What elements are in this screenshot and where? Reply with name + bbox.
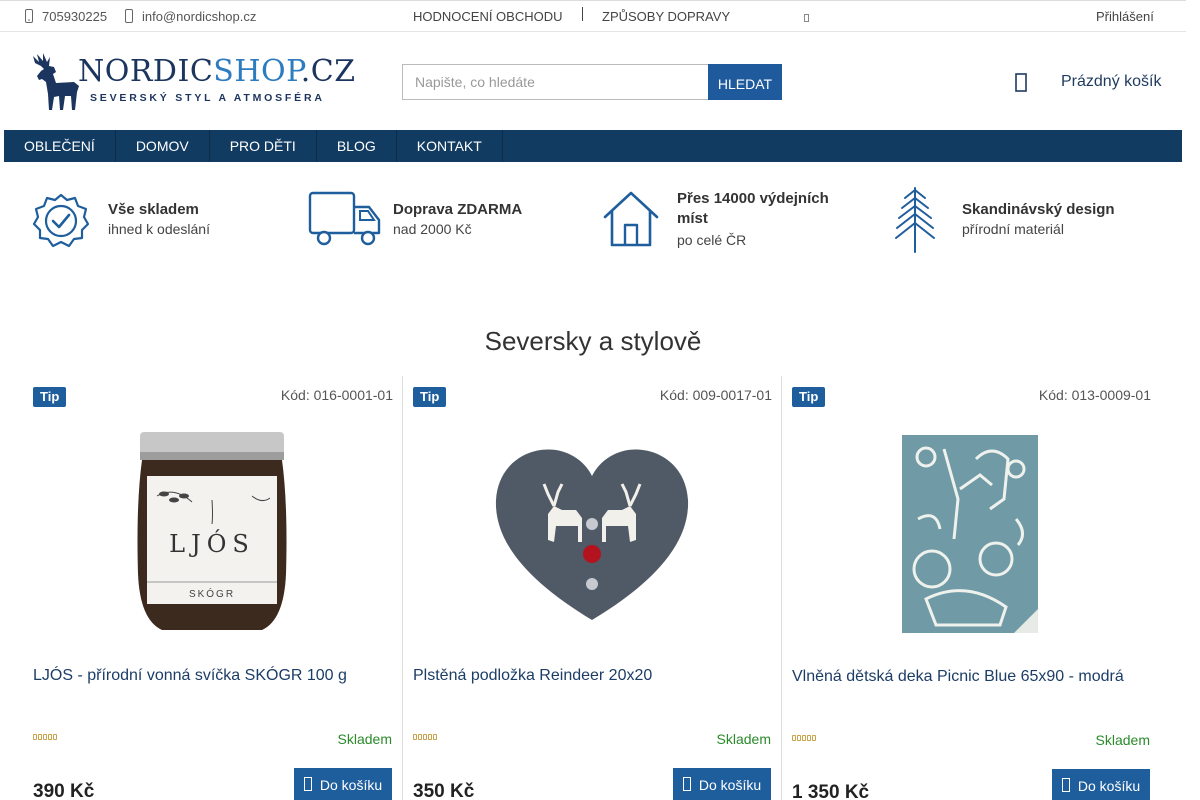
search-form: HLEDAT: [402, 64, 782, 100]
add-to-cart-button[interactable]: Do košíku: [673, 768, 771, 800]
product-name-link[interactable]: LJÓS - přírodní vonná svíčka SKÓGR 100 g: [33, 666, 393, 686]
product-price: 390 Kč: [33, 781, 95, 800]
svg-text:SKÓGR: SKÓGR: [189, 587, 235, 600]
rating-stars: [792, 735, 816, 741]
felt-heart-coaster-image: [495, 449, 689, 620]
nav-item-kids[interactable]: PRO DĚTI: [210, 130, 317, 162]
nav-item-clothing[interactable]: OBLEČENÍ: [4, 130, 116, 162]
top-bar: 705930225 info@nordicshop.cz HODNOCENÍ O…: [0, 0, 1186, 32]
stock-status: Skladem: [1095, 732, 1150, 748]
house-icon: [603, 191, 659, 247]
rating-stars: [413, 734, 437, 740]
benefit-title: Přes 14000 výdejních míst: [677, 190, 829, 227]
product-code: Kód: 016-0001-01: [280, 387, 393, 403]
fir-tree-icon: [895, 187, 935, 253]
product-grid: Tip Kód: 016-0001-01 LJÓS SKÓGR LJÓS - p…: [23, 376, 1162, 800]
cart-small-icon: [1061, 777, 1070, 795]
phone-icon: [22, 8, 36, 24]
product-code: Kód: 009-0017-01: [659, 387, 772, 403]
moose-logo-icon: [33, 53, 79, 110]
rating-stars: [33, 734, 57, 740]
nav-item-home[interactable]: DOMOV: [116, 130, 210, 162]
more-icon[interactable]: [804, 11, 810, 22]
benefit-subtitle: přírodní materiál: [962, 221, 1064, 237]
link-shipping-methods[interactable]: ZPŮSOBY DOPRAVY: [602, 9, 730, 24]
cart-small-icon: [303, 776, 312, 794]
section-title: Seversky a stylově: [484, 326, 702, 356]
product-image[interactable]: [413, 414, 771, 654]
add-to-cart-label: Do košíku: [1077, 778, 1141, 794]
nav-item-contact[interactable]: KONTAKT: [397, 130, 503, 162]
topbar-divider: [582, 7, 583, 21]
email-contact[interactable]: info@nordicshop.cz: [122, 8, 256, 24]
product-price: 1 350 Kč: [792, 782, 870, 800]
benefit-title: Skandinávský design: [962, 201, 1115, 218]
tip-badge: Tip: [413, 387, 447, 407]
truck-icon: [308, 191, 381, 246]
email-address: info@nordicshop.cz: [142, 8, 257, 24]
product-code: Kód: 013-0009-01: [1038, 387, 1151, 403]
phone-number: 705930225: [42, 8, 108, 24]
cart-small-icon: [682, 776, 691, 794]
product-card[interactable]: Tip Kód: 013-0009-01 Vlněná dětská deka …: [781, 376, 1161, 800]
benefit-in-stock: Vše skladem ihned k odeslání: [30, 180, 300, 260]
product-name-link[interactable]: Plstěná podložka Reindeer 20x20: [413, 666, 773, 686]
mobile-icon: [122, 8, 136, 24]
check-badge-icon: [32, 193, 90, 248]
product-price: 350 Kč: [413, 781, 475, 800]
cart-link[interactable]: Prázdný košík: [1061, 73, 1161, 91]
stock-status: Skladem: [337, 731, 392, 747]
phone-contact[interactable]: 705930225: [22, 8, 107, 24]
product-name-link[interactable]: Vlněná dětská deka Picnic Blue 65x90 - m…: [792, 667, 1152, 687]
logo-tagline: SEVERSKÝ STYL A ATMOSFÉRA: [90, 92, 325, 104]
wool-blanket-image: [902, 435, 1038, 633]
search-input[interactable]: [402, 64, 708, 100]
site-header: NORDICSHOP.CZ SEVERSKÝ STYL A ATMOSFÉRA …: [0, 32, 1186, 130]
add-to-cart-label: Do košíku: [698, 777, 762, 793]
main-navigation: OBLEČENÍ DOMOV PRO DĚTI BLOG KONTAKT: [4, 130, 1182, 162]
benefit-subtitle: nad 2000 Kč: [393, 221, 472, 237]
product-card[interactable]: Tip Kód: 016-0001-01 LJÓS SKÓGR LJÓS - p…: [23, 376, 403, 800]
benefit-subtitle: po celé ČR: [677, 232, 747, 248]
add-to-cart-button[interactable]: Do košíku: [1052, 769, 1150, 800]
benefit-scandi-design: Skandinávský design přírodní materiál: [890, 180, 1180, 260]
benefit-subtitle: ihned k odeslání: [108, 221, 210, 237]
site-logo[interactable]: NORDICSHOP.CZ SEVERSKÝ STYL A ATMOSFÉRA: [30, 52, 355, 112]
nav-item-blog[interactable]: BLOG: [317, 130, 397, 162]
add-to-cart-label: Do košíku: [319, 777, 383, 793]
benefit-title: Doprava ZDARMA: [393, 201, 523, 218]
tip-badge: Tip: [33, 387, 67, 407]
candle-jar-image: LJÓS SKÓGR: [137, 432, 287, 630]
login-link[interactable]: Přihlášení: [1096, 9, 1154, 24]
benefit-free-shipping: Doprava ZDARMA nad 2000 Kč: [305, 180, 595, 260]
logo-wordmark: NORDICSHOP.CZ: [78, 54, 356, 89]
cart-icon[interactable]: [1012, 72, 1030, 92]
tip-badge: Tip: [792, 387, 826, 407]
benefits-strip: Vše skladem ihned k odeslání Doprava ZDA…: [0, 180, 1186, 260]
add-to-cart-button[interactable]: Do košíku: [294, 768, 392, 800]
product-image[interactable]: LJÓS SKÓGR: [33, 414, 391, 654]
benefit-title: Vše skladem: [108, 201, 199, 218]
search-button[interactable]: HLEDAT: [708, 64, 782, 100]
product-image[interactable]: [792, 414, 1150, 654]
product-card[interactable]: Tip Kód: 009-0017-01 Plstěná podložka Re…: [402, 376, 782, 800]
link-shop-reviews[interactable]: HODNOCENÍ OBCHODU: [413, 9, 563, 24]
svg-text:LJÓS: LJÓS: [169, 529, 255, 558]
stock-status: Skladem: [716, 731, 771, 747]
benefit-pickup-points: Přes 14000 výdejních míst po celé ČR: [600, 180, 885, 260]
